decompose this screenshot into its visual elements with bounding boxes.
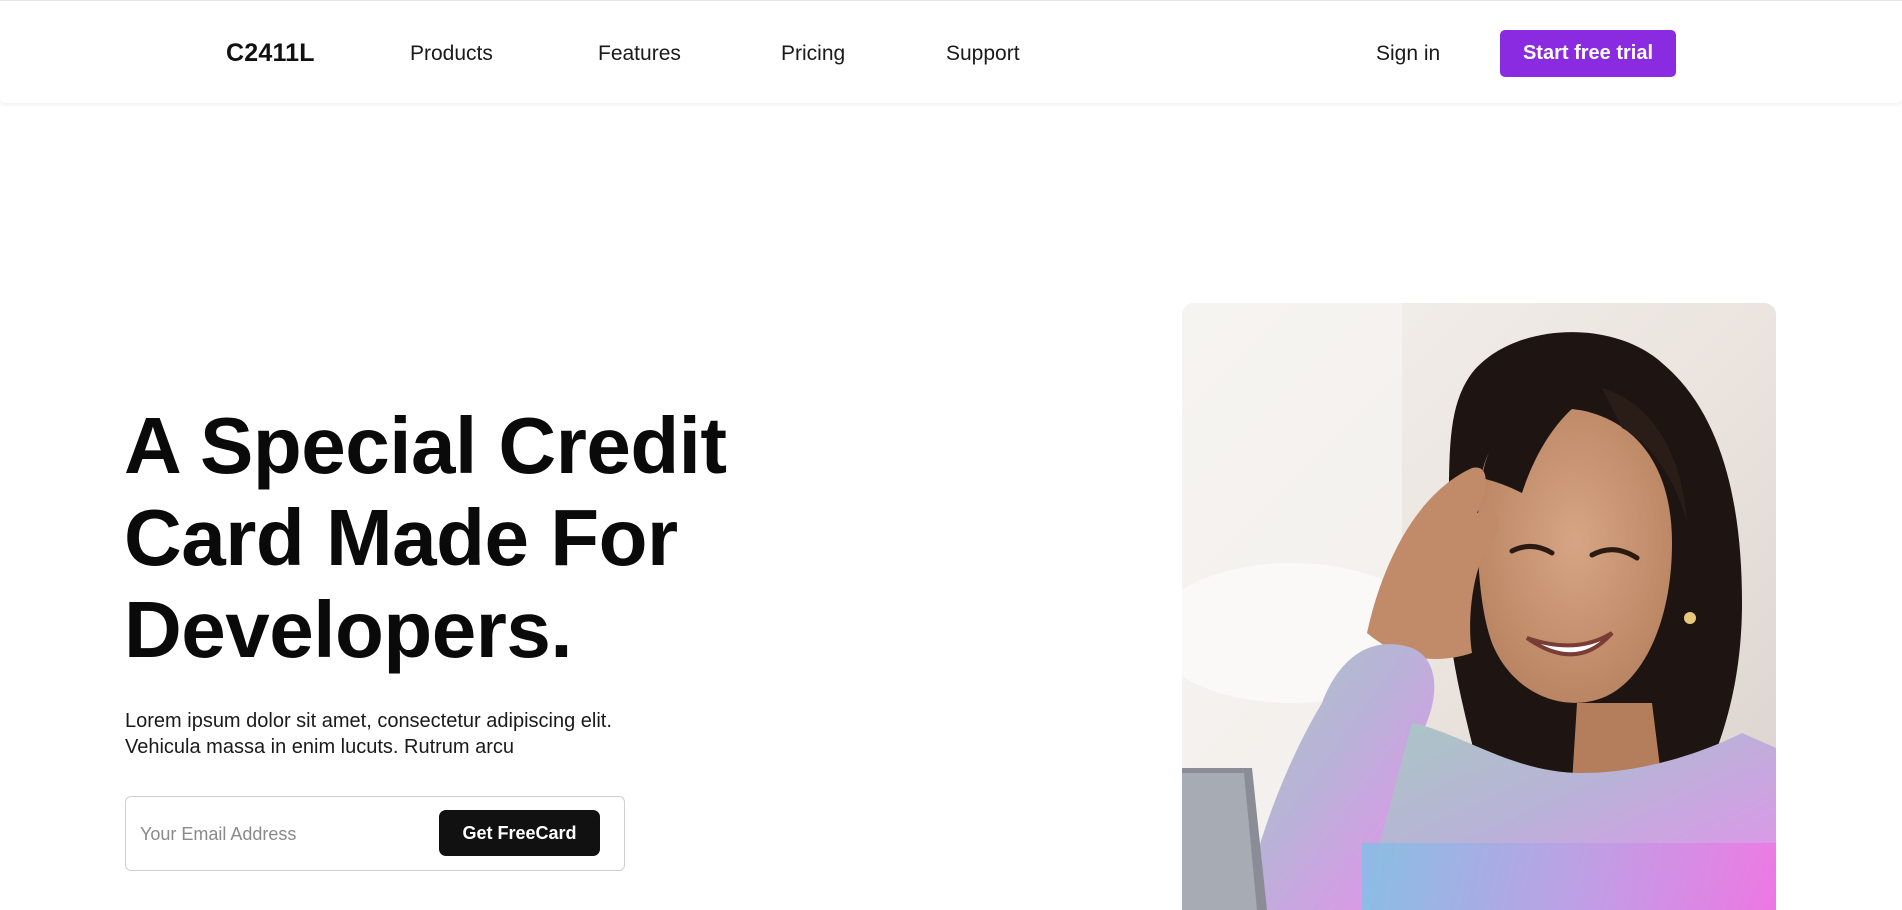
hero-title-line: Developers. [124, 585, 573, 674]
get-freecard-button[interactable]: Get FreeCard [439, 810, 600, 856]
hero-photo [1182, 303, 1776, 910]
hero-description-line: Lorem ipsum dolor sit amet, consectetur … [125, 710, 612, 732]
hero-description: Lorem ipsum dolor sit amet, consectetur … [125, 708, 685, 760]
nav-link-features[interactable]: Features [598, 42, 681, 66]
start-free-trial-button[interactable]: Start free trial [1500, 30, 1676, 77]
hero-title: A Special Credit Card Made For Developer… [124, 400, 824, 676]
email-input[interactable] [138, 815, 428, 853]
hero-description-line: Vehicula massa in enim lucuts. Rutrum ar… [125, 736, 515, 758]
brand-logo[interactable]: C2411L [226, 39, 315, 68]
sign-in-link[interactable]: Sign in [1376, 42, 1440, 66]
smiling-woman-photo [1182, 303, 1776, 910]
hero-title-line: Card Made For [124, 493, 678, 582]
email-signup-form: Get FreeCard [125, 796, 625, 871]
nav-link-support[interactable]: Support [946, 42, 1020, 66]
nav-link-pricing[interactable]: Pricing [781, 42, 845, 66]
nav-link-products[interactable]: Products [410, 42, 493, 66]
top-navbar: C2411L Products Features Pricing Support… [0, 0, 1902, 103]
hero-title-line: A Special Credit [124, 401, 727, 490]
